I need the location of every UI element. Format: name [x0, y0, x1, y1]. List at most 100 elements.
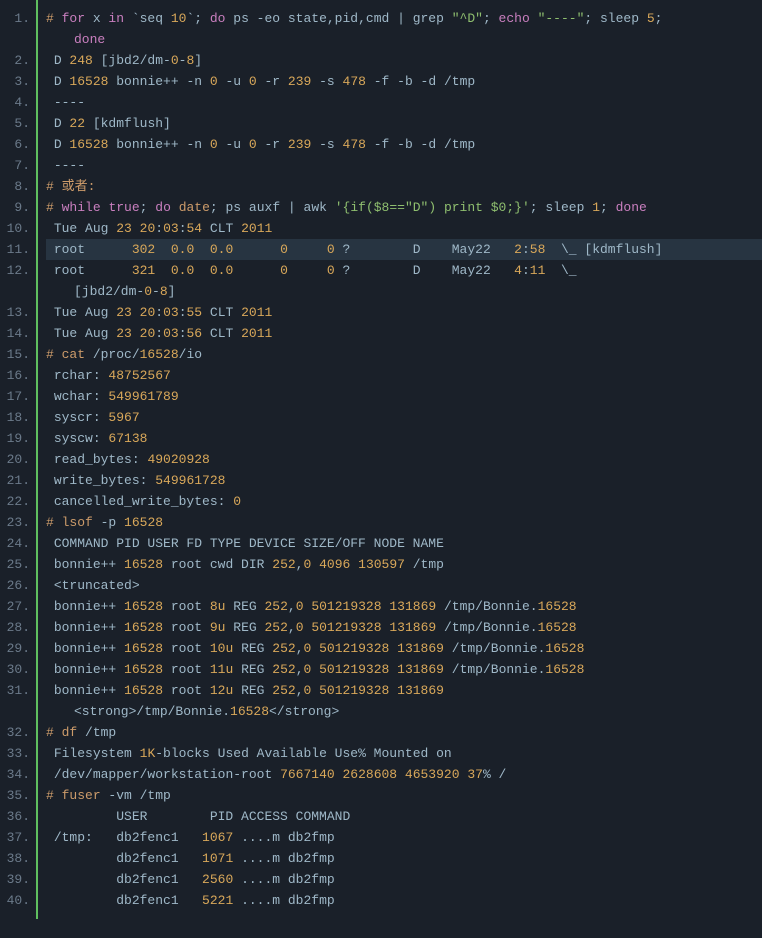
code-line: read_bytes: 49020928 — [46, 449, 762, 470]
code-line: Tue Aug 23 20:03:54 CLT 2011 — [46, 218, 762, 239]
code-token: -blocks Used Available Use% Mounted on — [155, 746, 451, 761]
code-token: 0 — [296, 620, 304, 635]
code-token: REG — [233, 683, 272, 698]
code-token: , — [296, 641, 304, 656]
code-token: ; — [140, 200, 156, 215]
code-token: db2fenc1 — [46, 893, 202, 908]
line-number: 37. — [0, 827, 30, 848]
code-token: 16528 — [545, 662, 584, 677]
code-token — [233, 242, 280, 257]
code-token: : — [179, 326, 187, 341]
code-token: -f -b -d /tmp — [366, 137, 475, 152]
code-token: db2fenc1 — [46, 872, 202, 887]
code-token — [194, 263, 210, 278]
code-line: rchar: 48752567 — [46, 365, 762, 386]
code-token: 2 — [514, 242, 522, 257]
code-token: bonnie++ — [46, 599, 124, 614]
code-line: # lsof -p 16528 — [46, 512, 762, 533]
code-token: 67138 — [108, 431, 147, 446]
code-line: wchar: 549961789 — [46, 386, 762, 407]
line-number: 34. — [0, 764, 30, 785]
code-token: 478 — [343, 137, 366, 152]
code-token: 131869 — [397, 683, 444, 698]
line-number: 9. — [0, 197, 30, 218]
code-token: -r — [257, 137, 288, 152]
code-token: 131869 — [389, 620, 436, 635]
code-token: 131869 — [397, 662, 444, 677]
line-number: 16. — [0, 365, 30, 386]
code-line: ---- — [46, 92, 762, 113]
code-token: D — [46, 53, 69, 68]
code-token: CLT — [202, 221, 241, 236]
code-line-wrap: <strong>/tmp/Bonnie.16528</strong> — [46, 701, 762, 722]
code-token: bonnie++ -n — [108, 74, 209, 89]
code-token: % / — [483, 767, 506, 782]
code-token: 2628608 — [342, 767, 397, 782]
code-token: </strong> — [269, 704, 339, 719]
code-token: # — [46, 515, 62, 530]
line-number: 10. — [0, 218, 30, 239]
code-token: ....m db2fmp — [233, 830, 334, 845]
code-token: ; ps auxf | awk — [210, 200, 335, 215]
code-token: 0 — [210, 137, 218, 152]
line-number: 32. — [0, 722, 30, 743]
code-token: /dev/mapper/workstation-root — [46, 767, 280, 782]
code-token — [155, 242, 171, 257]
code-token: 8 — [160, 284, 168, 299]
code-line: bonnie++ 16528 root 10u REG 252,0 501219… — [46, 638, 762, 659]
code-token: fuser — [62, 788, 101, 803]
code-token: # — [46, 200, 62, 215]
code-token: 2011 — [241, 305, 272, 320]
line-number: 31. — [0, 680, 30, 701]
line-number: 19. — [0, 428, 30, 449]
code-token: 239 — [288, 74, 311, 89]
code-token: USER PID ACCESS COMMAND — [46, 809, 350, 824]
code-token — [171, 200, 179, 215]
code-token: <truncated> — [46, 578, 140, 593]
code-token: ] — [168, 284, 176, 299]
line-number: 35. — [0, 785, 30, 806]
code-token — [530, 11, 538, 26]
code-token — [132, 326, 140, 341]
code-line: db2fenc1 1071 ....m db2fmp — [46, 848, 762, 869]
code-line: root 302 0.0 0.0 0 0 ? D May22 2:58 \_ [… — [46, 239, 762, 260]
code-content[interactable]: # for x in `seq 10`; do ps -eo state,pid… — [38, 0, 762, 919]
code-token: syscw: — [46, 431, 108, 446]
code-token — [194, 242, 210, 257]
code-token: for — [62, 11, 85, 26]
code-token: 16528 — [69, 137, 108, 152]
code-line: Filesystem 1K-blocks Used Available Use%… — [46, 743, 762, 764]
line-number: 21. — [0, 470, 30, 491]
code-token: D — [46, 137, 69, 152]
line-number: 11. — [0, 239, 30, 260]
code-token — [132, 305, 140, 320]
line-number: 22. — [0, 491, 30, 512]
line-number: 20. — [0, 449, 30, 470]
code-token: 0 — [249, 137, 257, 152]
code-token: ] — [194, 53, 202, 68]
code-token: 0 — [249, 74, 257, 89]
code-token: '{if($8=="D") print $0;}' — [335, 200, 530, 215]
code-token: 1071 — [202, 851, 233, 866]
code-token: x — [85, 11, 108, 26]
code-token: do — [155, 200, 171, 215]
line-number: 15. — [0, 344, 30, 365]
code-token: `; — [186, 11, 209, 26]
code-token: 0.0 — [210, 263, 233, 278]
code-token: bonnie++ — [46, 662, 124, 677]
code-token: 0 — [171, 53, 179, 68]
code-token: ....m db2fmp — [233, 893, 334, 908]
code-token: /tmp: db2fenc1 — [46, 830, 202, 845]
code-block: 1.2.3.4.5.6.7.8.9.10.11.12.13.14.15.16.1… — [0, 0, 762, 919]
code-token — [350, 557, 358, 572]
code-line: bonnie++ 16528 root 8u REG 252,0 5012193… — [46, 596, 762, 617]
code-token: ....m db2fmp — [233, 872, 334, 887]
code-line: cancelled_write_bytes: 0 — [46, 491, 762, 512]
code-token: ---- — [46, 95, 85, 110]
code-token: read_bytes: — [46, 452, 147, 467]
code-token: - — [152, 284, 160, 299]
code-token: 501219328 — [311, 599, 381, 614]
code-token: [jbd2/dm- — [93, 53, 171, 68]
code-token: 248 — [69, 53, 92, 68]
code-token: 131869 — [397, 641, 444, 656]
